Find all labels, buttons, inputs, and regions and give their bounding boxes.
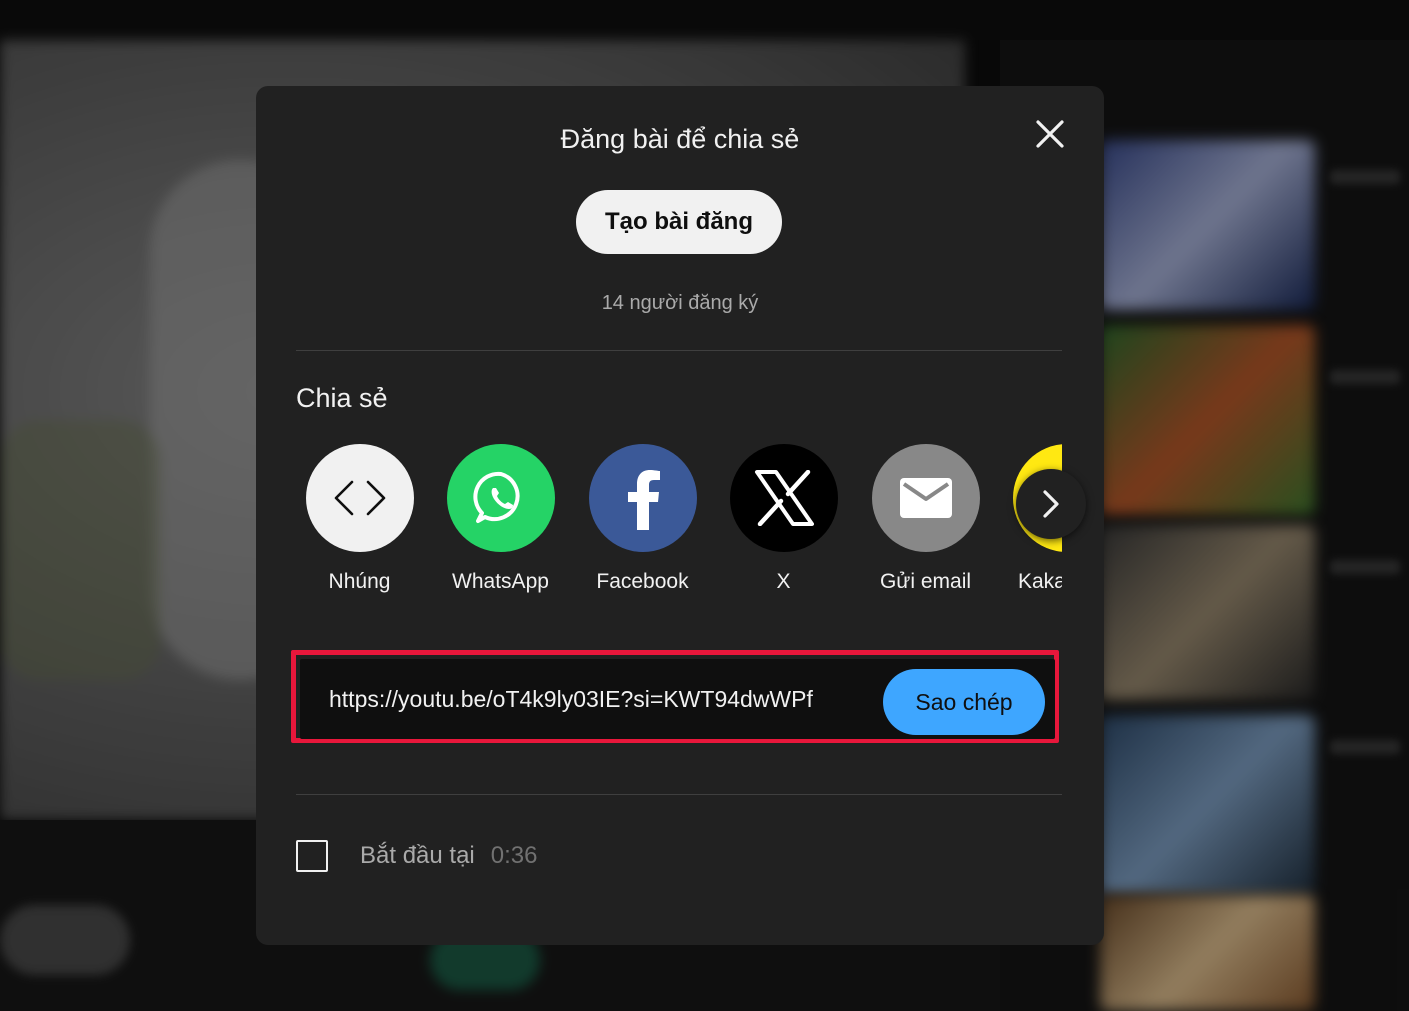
divider bbox=[296, 794, 1062, 795]
whatsapp-icon bbox=[472, 471, 519, 523]
x-logo-icon bbox=[754, 470, 814, 526]
share-next-button[interactable] bbox=[1016, 469, 1086, 539]
share-facebook-circle[interactable] bbox=[588, 444, 697, 552]
share-email-circle[interactable] bbox=[871, 444, 980, 552]
share-embed[interactable]: Nhúng bbox=[296, 444, 430, 594]
share-x[interactable]: X bbox=[713, 444, 854, 594]
email-icon bbox=[899, 478, 952, 518]
share-label: Gửi email bbox=[879, 570, 972, 593]
subscriber-count: 14 người đăng ký bbox=[601, 292, 759, 314]
share-url-box: https://youtu.be/oT4k9ly03IE?si=KWT94dwW… bbox=[300, 659, 1055, 739]
share-label: Facebook bbox=[596, 570, 689, 593]
share-label: WhatsApp bbox=[452, 570, 549, 593]
share-url-field[interactable]: https://youtu.be/oT4k9ly03IE?si=KWT94dwW… bbox=[329, 686, 874, 713]
share-whatsapp[interactable]: WhatsApp bbox=[430, 444, 571, 594]
embed-code-icon bbox=[334, 480, 385, 516]
dialog-title: Đăng bài để chia sẻ bbox=[560, 124, 800, 154]
share-facebook[interactable]: Facebook bbox=[572, 444, 713, 594]
close-button[interactable] bbox=[1030, 114, 1070, 154]
share-heading: Chia sẻ bbox=[296, 383, 388, 413]
share-label: Kaka bbox=[1018, 570, 1062, 593]
copy-button[interactable]: Sao chép bbox=[883, 669, 1045, 735]
close-icon bbox=[1036, 120, 1064, 148]
start-at-time: 0:36 bbox=[490, 842, 538, 869]
start-at-checkbox[interactable] bbox=[296, 840, 328, 872]
start-at-row: Bắt đầu tại 0:36 bbox=[296, 838, 537, 874]
create-post-button[interactable]: Tạo bài đăng bbox=[576, 190, 782, 254]
share-whatsapp-circle[interactable] bbox=[446, 444, 555, 552]
facebook-icon bbox=[627, 470, 660, 530]
share-embed-circle[interactable] bbox=[305, 444, 414, 552]
divider bbox=[296, 350, 1062, 351]
share-dialog: Đăng bài để chia sẻ Tạo bài đăng 14 ngườ… bbox=[256, 86, 1104, 945]
share-email[interactable]: Gửi email bbox=[855, 444, 996, 594]
share-label: X bbox=[776, 570, 791, 593]
share-label: Nhúng bbox=[328, 570, 391, 593]
share-targets-row: Nhúng WhatsApp Facebook X Gửi email Kaka bbox=[296, 444, 1062, 604]
share-x-circle[interactable] bbox=[729, 444, 838, 552]
start-at-label: Bắt đầu tại bbox=[360, 842, 475, 869]
chevron-right-icon bbox=[1043, 490, 1059, 518]
